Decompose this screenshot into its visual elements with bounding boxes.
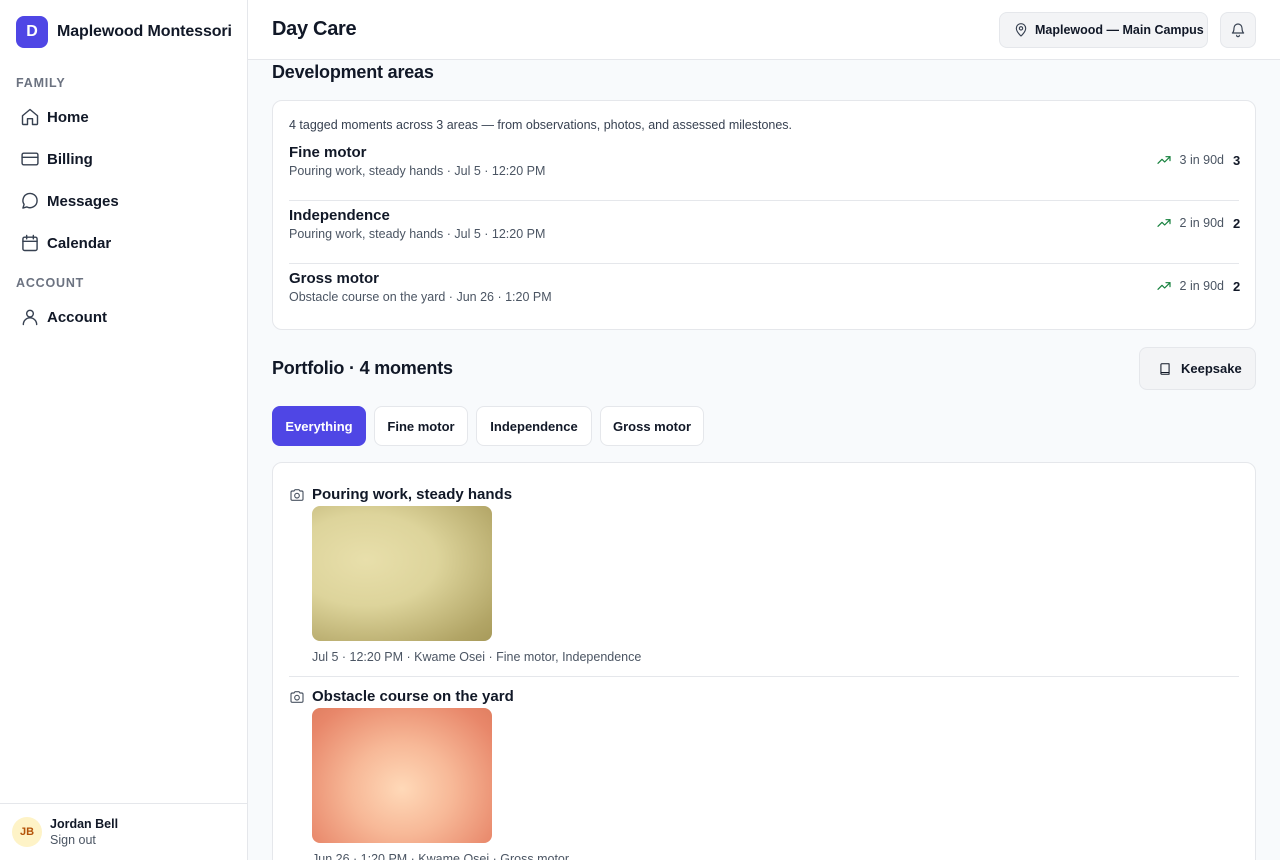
sidebar: D Maplewood Montessori FAMILY Home Billi… [0, 0, 248, 860]
sidebar-item-home[interactable]: Home [8, 98, 238, 136]
brand-name: Maplewood Montessori [57, 23, 232, 40]
camera-icon [290, 488, 304, 501]
trending-up-icon [1156, 156, 1171, 164]
area-trend: 2 in 90d 2 [1156, 215, 1241, 231]
trend-text: 2 in 90d [1179, 279, 1224, 293]
user-footer: JB Jordan Bell Sign out [0, 803, 247, 860]
sidebar-item-account[interactable]: Account [8, 298, 238, 336]
sidebar-item-label: Calendar [47, 234, 112, 252]
area-name: Independence [289, 207, 390, 224]
development-areas-card: 4 tagged moments across 3 areas — from o… [272, 100, 1256, 330]
moment-header: Obstacle course on the yard [289, 688, 514, 705]
portfolio-heading: Portfolio · 4 moments [272, 358, 453, 378]
moment-header: Pouring work, steady hands [289, 486, 512, 503]
map-pin-icon [1015, 23, 1027, 37]
campus-selector-button[interactable]: Maplewood — Main Campus [999, 12, 1208, 48]
sidebar-item-label: Messages [47, 192, 119, 210]
book-icon [1160, 362, 1170, 375]
area-trend: 3 in 90d 3 [1156, 152, 1241, 168]
sidebar-item-billing[interactable]: Billing [8, 140, 238, 178]
sidebar-item-messages[interactable]: Messages [8, 182, 238, 220]
trend-count: 2 [1233, 278, 1241, 294]
trend-text: 3 in 90d [1179, 153, 1224, 167]
area-row-fine-motor[interactable]: Fine motor Pouring work, steady hands · … [289, 138, 1241, 201]
sidebar-item-label: Billing [47, 150, 93, 168]
avatar: JB [12, 817, 42, 847]
filter-independence[interactable]: Independence [476, 406, 592, 446]
area-row-gross-motor[interactable]: Gross motor Obstacle course on the yard … [289, 264, 1241, 327]
campus-label: Maplewood — Main Campus [1035, 23, 1204, 37]
moment-title: Pouring work, steady hands [312, 486, 513, 503]
area-latest-moment: Pouring work, steady hands · Jul 5 · 12:… [289, 227, 546, 241]
sidebar-item-label: Home [47, 108, 89, 126]
trend-count: 2 [1233, 215, 1241, 231]
development-areas-heading: Development areas [272, 62, 434, 82]
sidebar-item-label: Account [47, 308, 107, 326]
message-icon [22, 192, 38, 209]
area-latest-moment: Pouring work, steady hands · Jul 5 · 12:… [289, 164, 546, 178]
filter-fine-motor[interactable]: Fine motor [374, 406, 468, 446]
area-latest-moment: Obstacle course on the yard · Jun 26 · 1… [289, 290, 552, 304]
user-info: Jordan Bell Sign out [50, 816, 118, 848]
area-trend: 2 in 90d 2 [1156, 278, 1241, 294]
home-icon [21, 108, 39, 126]
section-label-family: FAMILY [16, 76, 66, 90]
calendar-icon [22, 234, 38, 252]
brand[interactable]: D Maplewood Montessori [16, 16, 232, 48]
keepsake-label: Keepsake [1181, 361, 1242, 376]
main-content: Day Care Maplewood — Main Campus Develop… [248, 0, 1280, 860]
trend-text: 2 in 90d [1179, 216, 1224, 230]
camera-icon [290, 690, 304, 703]
brand-logo: D [16, 16, 48, 48]
credit-card-icon [21, 152, 39, 166]
notifications-button[interactable] [1220, 12, 1256, 48]
page-title: Day Care [272, 18, 357, 40]
bell-icon [1231, 23, 1245, 38]
moment-title: Obstacle course on the yard [312, 688, 514, 705]
user-icon [22, 309, 38, 326]
moment-divider [289, 676, 1239, 677]
topbar: Day Care Maplewood — Main Campus [248, 0, 1280, 60]
moment-photo[interactable] [312, 506, 492, 641]
development-summary: 4 tagged moments across 3 areas — from o… [289, 118, 793, 132]
keepsake-button[interactable]: Keepsake [1139, 347, 1256, 390]
sidebar-item-calendar[interactable]: Calendar [8, 224, 238, 262]
moment-photo[interactable] [312, 708, 492, 843]
section-label-account: ACCOUNT [16, 276, 85, 290]
area-name: Gross motor [289, 270, 380, 287]
trending-up-icon [1156, 282, 1171, 290]
moment-meta: Jul 5 · 12:20 PM · Kwame Osei · Fine mot… [312, 650, 642, 664]
filter-everything[interactable]: Everything [272, 406, 366, 446]
sign-out-link[interactable]: Sign out [50, 832, 118, 848]
user-name: Jordan Bell [50, 817, 119, 831]
trending-up-icon [1156, 219, 1171, 227]
filter-gross-motor[interactable]: Gross motor [600, 406, 704, 446]
portfolio-card: Pouring work, steady hands Jul 5 · 12:20… [272, 462, 1256, 860]
area-name: Fine motor [289, 144, 367, 161]
trend-count: 3 [1233, 152, 1241, 168]
moment-meta: Jun 26 · 1:20 PM · Kwame Osei · Gross mo… [312, 852, 570, 860]
area-row-independence[interactable]: Independence Pouring work, steady hands … [289, 201, 1241, 264]
